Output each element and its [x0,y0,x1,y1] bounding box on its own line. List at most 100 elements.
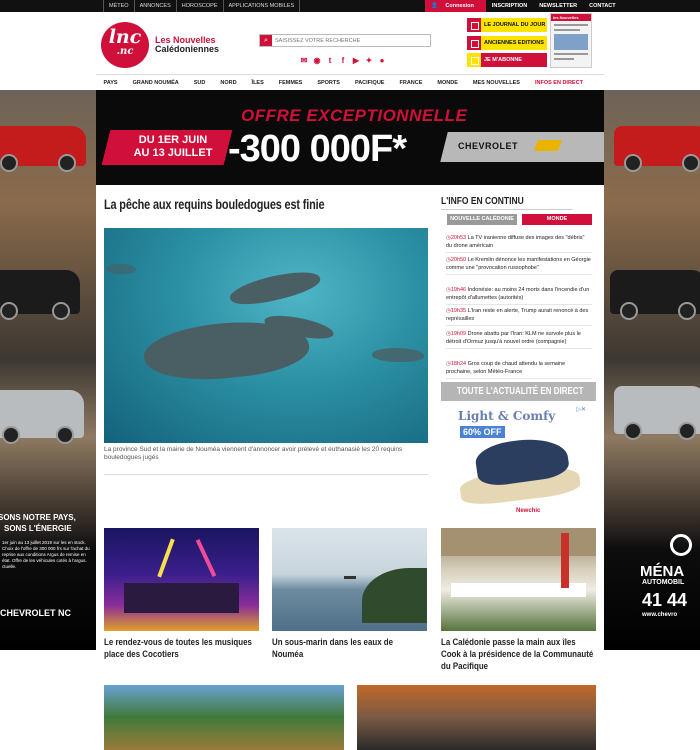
sandal-ad-line1: Light & Comfy [458,409,556,423]
login-label: Connexion [445,3,474,9]
right-ad-text1: MÉNA [640,563,685,580]
youtube-icon[interactable]: ▶ [352,56,360,66]
ad-info-icon[interactable]: ▷✕ [576,406,586,413]
subscribe-button[interactable]: JE M'ABONNE [467,53,547,67]
black-suv-image [0,270,80,320]
news-time: 19h09 [450,331,467,337]
lead-caption: La province Sud et la mairie de Nouméa v… [104,446,403,461]
newsletter-link[interactable]: NEWSLETTER [533,0,583,12]
card-title-concert[interactable]: Le rendez-vous de toutes les musiques pl… [104,636,258,660]
chevrolet-bowtie-icon [533,140,563,151]
twitter-icon[interactable]: t [326,56,334,66]
news-text: Drone abattu par l'Iran: KLM ne survole … [446,331,581,345]
tab-monde[interactable]: MONDE [522,214,592,225]
card-title-communaute-pacifique[interactable]: La Calédonie passe la main aux îles Cook… [441,636,598,672]
news-item[interactable]: ◷19h35 L'Iran reste en alerte, Trump aur… [446,308,592,326]
nav-femmes[interactable]: FEMMES [271,75,310,90]
live-news-tabs: NOUVELLE CALÉDONIE MONDE [447,214,592,225]
login-link[interactable]: 👤 Connexion [425,0,486,12]
top-link-annonces[interactable]: ANNONCES [135,0,177,12]
news-item[interactable]: ◷19h46 Indonésie: au moins 24 morts dans… [446,287,592,305]
subscribe-icon [467,53,481,67]
all-live-news-button[interactable]: TOUTE L'ACTUALITÉ EN DIRECT [441,382,596,401]
journal-du-jour-button[interactable]: LE JOURNAL DU JOUR [467,18,547,32]
nav-pays[interactable]: PAYS [96,75,125,90]
card-title-submarine[interactable]: Un sous-marin dans les eaux de Nouméa [272,636,426,660]
nav-sports[interactable]: SPORTS [310,75,348,90]
news-item[interactable]: ◷18h24 Gros coup de chaud attendu la sem… [446,361,592,379]
shark-image [106,264,136,274]
news-text: L'Iran reste en alerte, Trump aurait ren… [446,308,589,322]
news-time: 20h53 [450,235,467,241]
right-ad-text2: AUTOMOBIL [642,579,685,586]
nav-grand-noumea[interactable]: GRAND NOUMÉA [125,75,186,90]
card-image-submarine[interactable] [272,528,427,631]
apple-icon[interactable]: ● [378,56,386,66]
left-ad-brand: CHEVROLET NC [0,608,72,618]
silver-suv-image [0,390,84,444]
logo-text: lnc [108,26,142,48]
banner-dates-line2: AU 13 JUILLET [133,147,213,159]
nav-pacifique[interactable]: PACIFIQUE [347,75,392,90]
brand-name[interactable]: Les Nouvelles Calédoniennes [155,36,219,54]
left-skin-ad[interactable]: SONS NOTRE PAYS, SONS L'ÉNERGIE 1er juin… [0,90,96,650]
nav-mes-nouvelles[interactable]: MES NOUVELLES [465,75,527,90]
chevrolet-banner-ad[interactable]: OFFRE EXCEPTIONNELLE DU 1ER JUIN AU 13 J… [96,90,604,185]
news-time: 18h24 [450,361,467,367]
right-ad-phone: 41 44 [642,590,688,610]
nav-infos-en-direct[interactable]: INFOS EN DIRECT [527,75,590,90]
tab-nouvelle-caledonie[interactable]: NOUVELLE CALÉDONIE [447,214,517,225]
social-icons: ✉ ◉ t f ▶ ✦ ● [300,56,386,66]
search-input[interactable] [272,35,430,46]
top-link-meteo[interactable]: MÉTEO [103,0,135,12]
banner-amount: -300 000F* [228,128,407,170]
anciennes-editions-button[interactable]: ANCIENNES EDITIONS [467,35,547,50]
bottom-image-forest[interactable] [104,685,344,750]
inscription-link[interactable]: INSCRIPTION [486,0,533,12]
right-skin-ad[interactable]: MÉNA AUTOMOBIL 41 44 www.chevro [604,90,700,650]
left-ad-text1: SONS NOTRE PAYS, [0,513,76,522]
left-ad-small: 1er juin au 13 juillet 2019 sur les en s… [2,540,90,569]
search-icon[interactable]: ⌕ [260,35,272,46]
news-time: 19h35 [450,308,467,314]
site-logo[interactable]: lnc .nc [101,22,149,68]
lead-headline[interactable]: La pêche aux requins bouledogues est fin… [104,196,325,212]
silver-suv-image [614,386,700,440]
lead-image[interactable] [104,228,428,443]
card-image-concert[interactable] [104,528,259,631]
journal-label: LE JOURNAL DU JOUR [484,22,546,28]
top-link-horoscope[interactable]: HOROSCOPE [177,0,224,12]
subscribe-label: JE M'ABONNE [484,57,522,63]
rss-icon[interactable]: ◉ [313,56,321,66]
nav-monde[interactable]: MONDE [430,75,465,90]
nav-france[interactable]: FRANCE [392,75,430,90]
brand-line2: Calédoniennes [155,44,220,54]
top-links: MÉTEO ANNONCES HOROSCOPE APPLICATIONS MO… [103,0,301,12]
contact-link[interactable]: CONTACT [583,0,621,12]
banner-headline: OFFRE EXCEPTIONNELLE [241,106,468,125]
nav-iles[interactable]: ÎLES [244,75,271,90]
divider [104,474,428,475]
newspaper-thumbnail[interactable]: les Nouvelles [550,13,592,68]
bottom-image-assembly[interactable] [357,685,596,750]
editions-label: ANCIENNES EDITIONS [484,39,544,46]
news-item[interactable]: ◷20h50 Le Kremlin dénonce les manifestat… [446,257,592,275]
red-truck-image [0,126,86,172]
news-time: 20h50 [450,257,467,263]
top-link-apps[interactable]: APPLICATIONS MOBILES [224,0,301,12]
card-image-communaute-pacifique[interactable] [441,528,596,631]
banner-brand: CHEVROLET [458,141,519,151]
sandal-ad-discount: 60% OFF [460,426,505,438]
android-icon[interactable]: ✦ [365,56,373,66]
shark-image [227,265,323,311]
nav-nord[interactable]: NORD [213,75,244,90]
banner-dates: DU 1ER JUIN AU 13 JUILLET [118,134,228,160]
newspaper-photo [554,34,588,50]
news-item[interactable]: ◷19h09 Drone abattu par l'Iran: KLM ne s… [446,331,592,349]
nav-sud[interactable]: SUD [186,75,213,90]
facebook-icon[interactable]: f [339,56,347,66]
sandal-ad[interactable]: Light & Comfy 60% OFF Newchic ▷✕ [448,404,588,519]
news-item[interactable]: ◷20h53 La TV iranienne diffuse des image… [446,235,592,253]
email-icon[interactable]: ✉ [300,56,308,66]
news-text: Indonésie: au moins 24 morts dans l'ince… [446,287,590,301]
